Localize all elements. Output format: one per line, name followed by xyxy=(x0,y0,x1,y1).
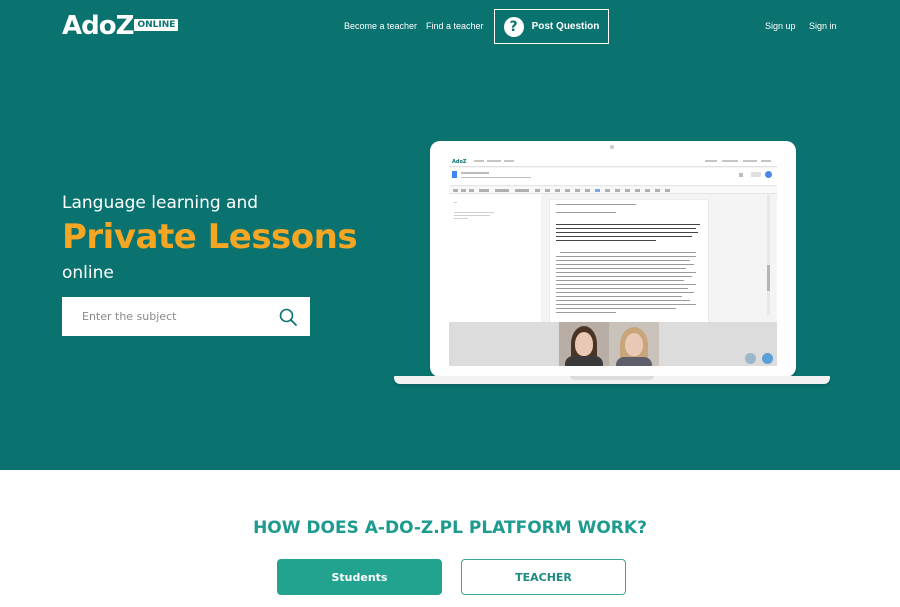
search-icon[interactable] xyxy=(278,307,298,327)
laptop-lid: AdoZ xyxy=(430,141,796,377)
screen-video-panel xyxy=(449,322,777,366)
screen-document-bar xyxy=(449,168,777,186)
logo-text: AdoZ xyxy=(62,11,134,41)
laptop-illustration: AdoZ xyxy=(394,140,830,390)
hero-title: Private Lessons xyxy=(62,217,358,257)
laptop-notch xyxy=(570,376,654,380)
hero-subtitle-bottom: online xyxy=(62,263,114,283)
subject-search-input[interactable] xyxy=(62,297,272,336)
video-participant-2 xyxy=(609,322,659,366)
video-participant-1 xyxy=(559,322,609,366)
screen-logo: AdoZ xyxy=(452,159,467,165)
screen-hand-icon xyxy=(745,353,756,364)
post-question-button[interactable]: ? Post Question xyxy=(494,9,609,44)
screen-scrollbar xyxy=(767,195,770,315)
tab-teacher[interactable]: TEACHER xyxy=(461,559,626,595)
screen-app-topbar: AdoZ xyxy=(449,157,777,167)
hero-section: AdoZ ONLINE Become a teacher Find a teac… xyxy=(0,0,900,470)
question-icon: ? xyxy=(503,16,524,37)
post-question-label: Post Question xyxy=(531,21,600,32)
nav-sign-in[interactable]: Sign in xyxy=(809,20,837,32)
tab-students[interactable]: Students xyxy=(277,559,442,595)
webcam-dot xyxy=(610,145,614,149)
screen-toolbar xyxy=(449,187,777,194)
search-box xyxy=(62,297,310,336)
nav-find-teacher[interactable]: Find a teacher xyxy=(426,20,484,32)
hero-subtitle-top: Language learning and xyxy=(62,193,259,213)
screen-chat-icon xyxy=(762,353,773,364)
laptop-screen: AdoZ xyxy=(449,157,777,366)
screen-outline-sidebar xyxy=(449,194,541,322)
nav-sign-up[interactable]: Sign up xyxy=(765,20,796,32)
screen-document-page xyxy=(549,199,709,323)
nav-become-teacher[interactable]: Become a teacher xyxy=(344,20,417,32)
logo-badge: ONLINE xyxy=(134,19,179,31)
laptop-base xyxy=(394,376,830,384)
how-it-works-title: HOW DOES A-DO-Z.PL PLATFORM WORK? xyxy=(253,518,647,538)
site-logo[interactable]: AdoZ ONLINE xyxy=(62,11,179,41)
